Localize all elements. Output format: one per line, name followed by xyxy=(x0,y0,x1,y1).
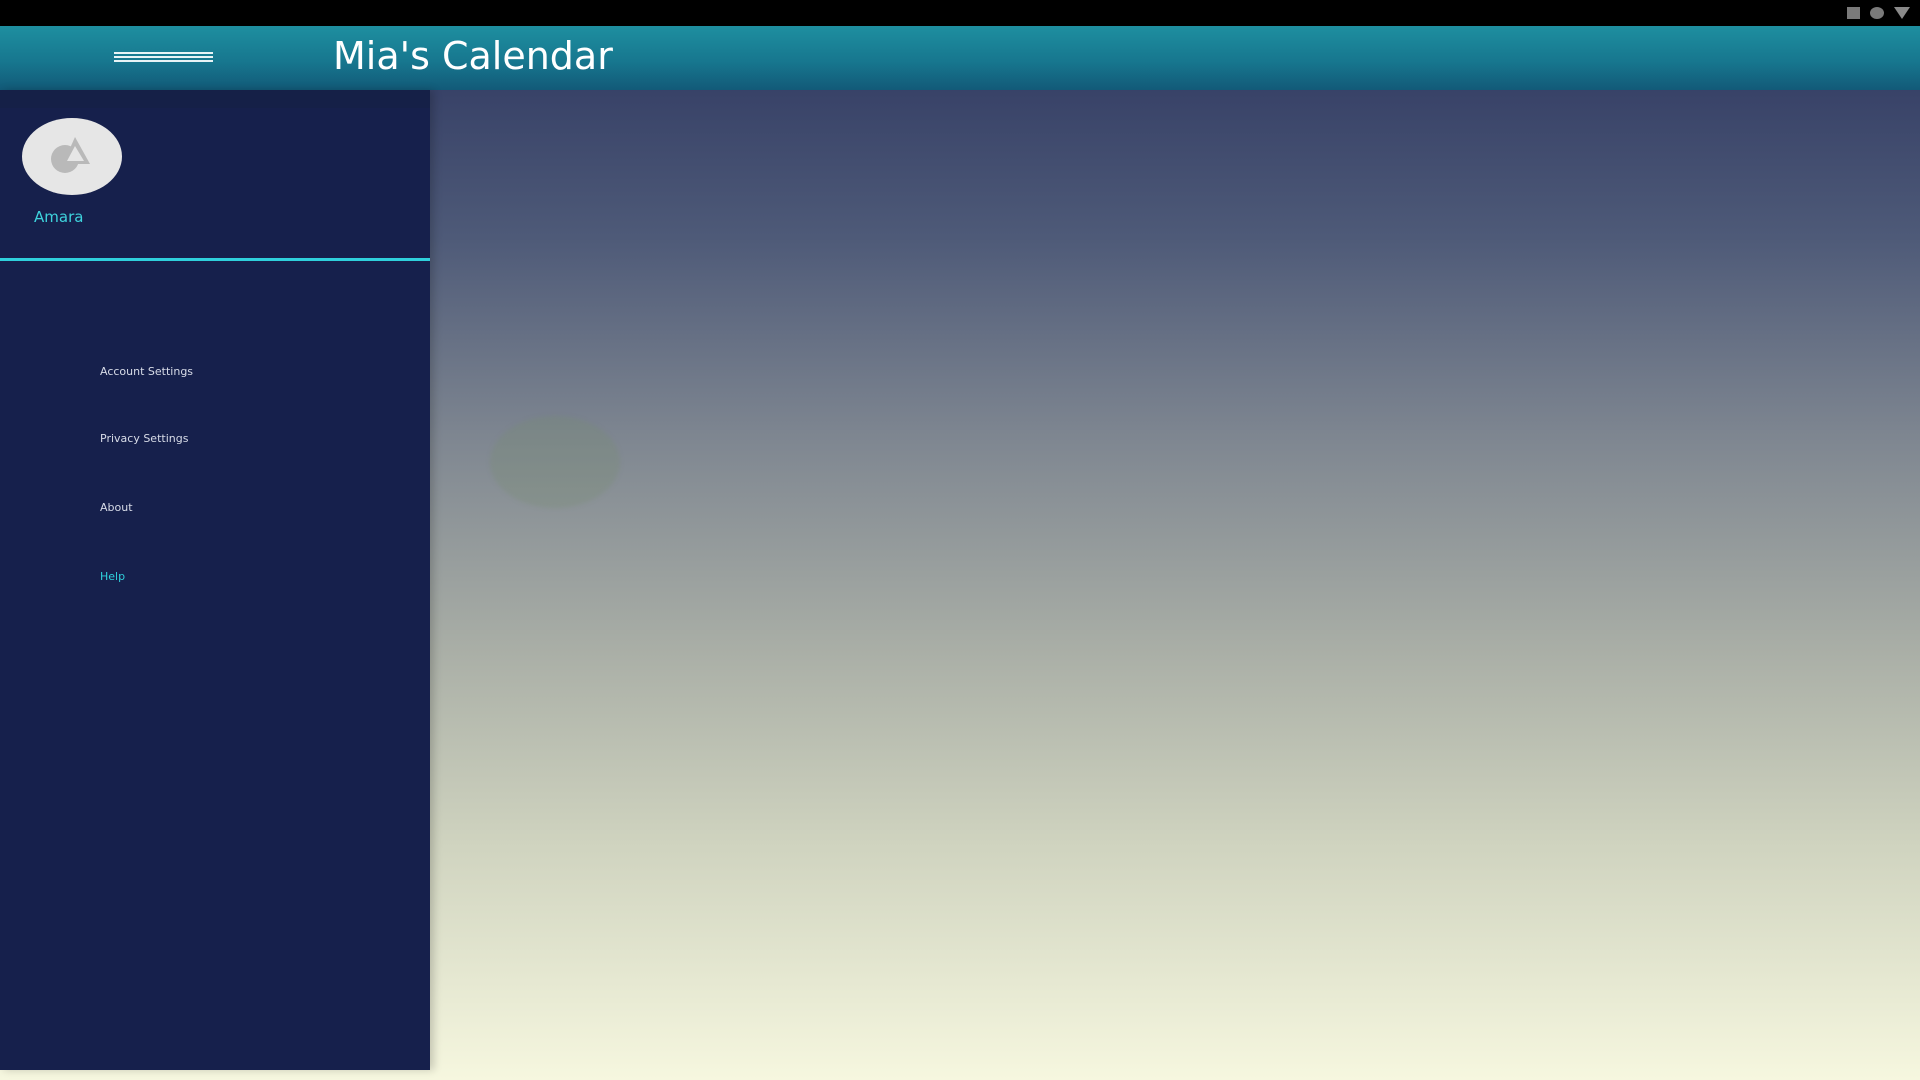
circle-icon[interactable] xyxy=(1870,7,1884,19)
navigation-drawer: Amara Account Settings Privacy Settings … xyxy=(0,90,430,1070)
avatar-placeholder-icon xyxy=(51,137,90,173)
hamburger-line-icon xyxy=(114,56,213,58)
hamburger-line-icon xyxy=(114,52,213,54)
app-bar: Mia's Calendar xyxy=(0,26,1920,90)
drawer-item-privacy-settings[interactable]: Privacy Settings xyxy=(100,432,188,445)
background-blob xyxy=(490,416,620,508)
hamburger-menu-button[interactable] xyxy=(108,46,214,70)
app-title: Mia's Calendar xyxy=(333,34,613,78)
drawer-item-account-settings[interactable]: Account Settings xyxy=(100,365,193,378)
drawer-item-about[interactable]: About xyxy=(100,501,133,514)
user-name: Amara xyxy=(34,208,84,226)
drawer-header: Amara xyxy=(0,90,430,261)
system-status-bar xyxy=(0,0,1920,26)
drawer-top-strip xyxy=(0,90,430,108)
status-icons xyxy=(1847,7,1910,19)
avatar[interactable] xyxy=(22,118,122,195)
square-icon[interactable] xyxy=(1847,7,1860,19)
triangle-icon[interactable] xyxy=(1894,7,1910,19)
drawer-item-help[interactable]: Help xyxy=(100,570,125,583)
hamburger-line-icon xyxy=(114,60,213,62)
